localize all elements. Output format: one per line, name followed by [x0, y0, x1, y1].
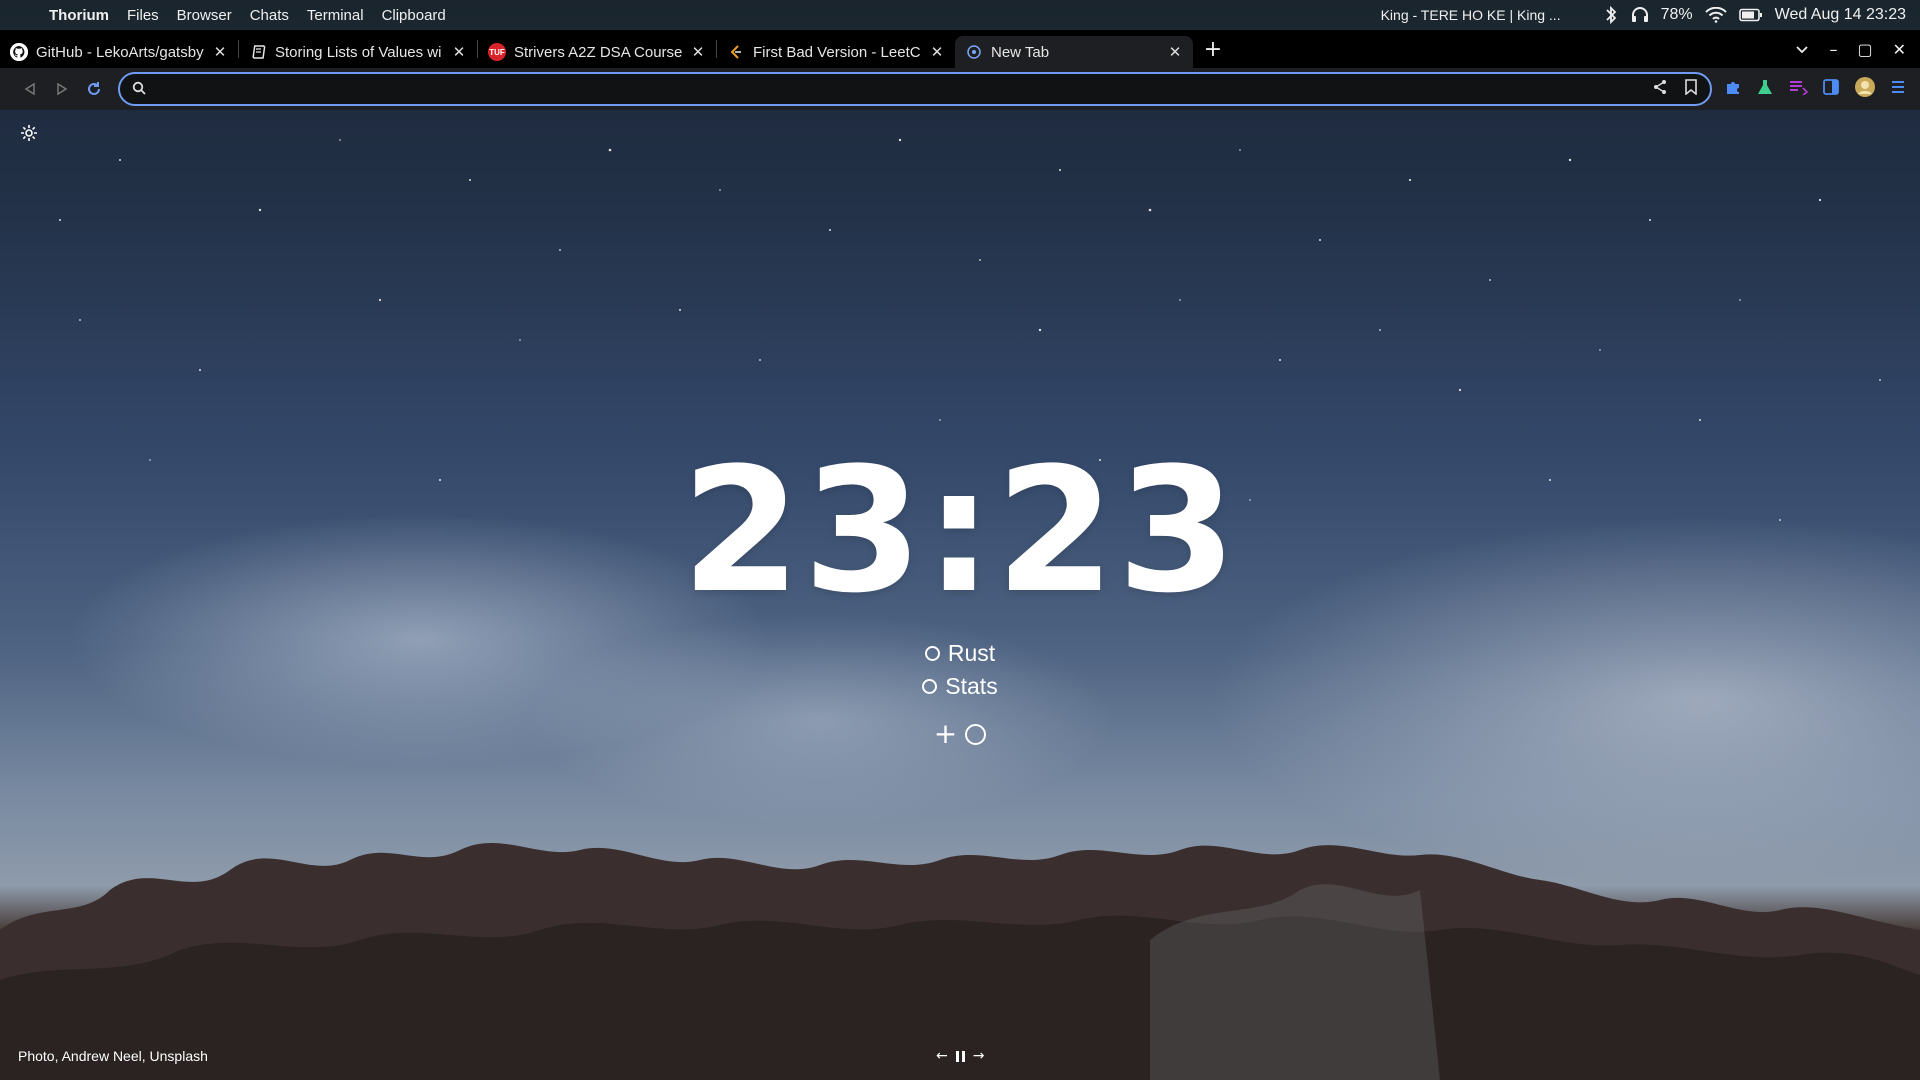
- newtab-icon: [965, 43, 983, 61]
- tab-storing-lists[interactable]: Storing Lists of Values wi ✕: [239, 36, 477, 68]
- wifi-icon[interactable]: [1704, 7, 1727, 23]
- bluetooth-icon[interactable]: [1603, 6, 1619, 24]
- photo-navigation: ← →: [936, 1048, 984, 1064]
- todo-item[interactable]: Stats: [922, 673, 998, 700]
- profile-avatar-icon[interactable]: [1854, 76, 1876, 102]
- reload-button[interactable]: [78, 81, 110, 97]
- tab-title: GitHub - LekoArts/gatsby: [36, 43, 204, 61]
- reading-list-icon[interactable]: [1788, 79, 1809, 99]
- todo-checkbox[interactable]: [922, 679, 938, 694]
- todo-item[interactable]: Rust: [924, 640, 996, 667]
- menu-files[interactable]: Files: [118, 7, 168, 24]
- add-todo-button[interactable]: +: [934, 720, 957, 748]
- close-icon[interactable]: ✕: [690, 43, 706, 61]
- new-tab-page: 23:23 Rust Stats + Photo, Andrew Neel, U…: [0, 110, 1920, 1080]
- window-controls: – ▢ ✕: [1795, 40, 1920, 59]
- app-name-menu[interactable]: Thorium: [40, 7, 118, 24]
- screen: Thorium Files Browser Chats Terminal Cli…: [0, 0, 1920, 1080]
- tab-new-tab[interactable]: New Tab ✕: [955, 36, 1193, 68]
- menu-clipboard[interactable]: Clipboard: [373, 7, 455, 24]
- menu-chats[interactable]: Chats: [241, 7, 298, 24]
- tuf-icon: TUF: [488, 43, 506, 61]
- battery-icon[interactable]: [1738, 8, 1763, 22]
- clock-datetime[interactable]: Wed Aug 14 23:23: [1775, 6, 1906, 24]
- extensions-area: [1724, 76, 1906, 102]
- close-icon[interactable]: ✕: [212, 43, 228, 61]
- side-panel-icon[interactable]: [1822, 78, 1840, 100]
- tab-search-icon[interactable]: [1795, 40, 1809, 59]
- add-todo-row: +: [0, 720, 1920, 748]
- flask-extension-icon[interactable]: [1756, 78, 1774, 100]
- next-photo-button[interactable]: →: [973, 1048, 985, 1064]
- close-window-button[interactable]: ✕: [1893, 40, 1906, 59]
- tab-leetcode[interactable]: First Bad Version - LeetC ✕: [717, 36, 955, 68]
- new-todo-circle[interactable]: [965, 723, 987, 745]
- address-input[interactable]: [153, 79, 1653, 99]
- tab-title: Strivers A2Z DSA Course/: [514, 43, 682, 61]
- github-icon: [10, 43, 28, 61]
- extensions-puzzle-icon[interactable]: [1724, 78, 1742, 100]
- tab-title: Storing Lists of Values wi: [275, 43, 442, 61]
- menu-icon[interactable]: [1890, 79, 1906, 99]
- leetcode-icon: [727, 43, 745, 61]
- search-icon: [132, 80, 146, 99]
- close-icon[interactable]: ✕: [929, 43, 945, 61]
- address-bar[interactable]: [117, 72, 1713, 106]
- todo-checkbox[interactable]: [924, 646, 940, 661]
- todo-list: Rust Stats: [0, 640, 1920, 700]
- prev-photo-button[interactable]: ←: [936, 1048, 948, 1064]
- settings-gear-icon[interactable]: [20, 124, 38, 146]
- tab-title: New Tab: [991, 43, 1050, 61]
- share-icon[interactable]: [1652, 79, 1668, 99]
- now-playing-text[interactable]: King - TERE HO KE | King ...: [1381, 7, 1561, 23]
- tab-strivers[interactable]: TUF Strivers A2Z DSA Course/ ✕: [478, 36, 716, 68]
- forward-button[interactable]: [46, 82, 78, 96]
- close-icon[interactable]: ✕: [1167, 43, 1183, 61]
- battery-percent: 78%: [1660, 6, 1693, 23]
- browser-toolbar: [0, 68, 1920, 110]
- maximize-button[interactable]: ▢: [1857, 40, 1872, 59]
- back-button[interactable]: [14, 82, 46, 96]
- tab-github[interactable]: GitHub - LekoArts/gatsby ✕: [0, 36, 238, 68]
- menu-terminal[interactable]: Terminal: [298, 7, 373, 24]
- close-icon[interactable]: ✕: [451, 43, 467, 61]
- todo-label: Rust: [947, 640, 996, 666]
- menu-browser[interactable]: Browser: [168, 7, 241, 24]
- bookmark-icon[interactable]: [1684, 79, 1698, 99]
- book-icon: [249, 43, 267, 61]
- minimize-button[interactable]: –: [1829, 40, 1837, 59]
- new-tab-button[interactable]: +: [1193, 37, 1233, 62]
- photo-credit[interactable]: Photo, Andrew Neel, Unsplash: [18, 1048, 208, 1064]
- todo-label: Stats: [945, 673, 998, 699]
- tab-strip: GitHub - LekoArts/gatsby ✕ Storing Lists…: [0, 30, 1920, 68]
- big-clock: 23:23: [681, 430, 1239, 631]
- tab-title: First Bad Version - LeetC: [753, 43, 921, 61]
- pause-icon[interactable]: [955, 1050, 965, 1062]
- headphones-icon[interactable]: [1631, 6, 1649, 24]
- system-menu-bar: Thorium Files Browser Chats Terminal Cli…: [0, 0, 1920, 30]
